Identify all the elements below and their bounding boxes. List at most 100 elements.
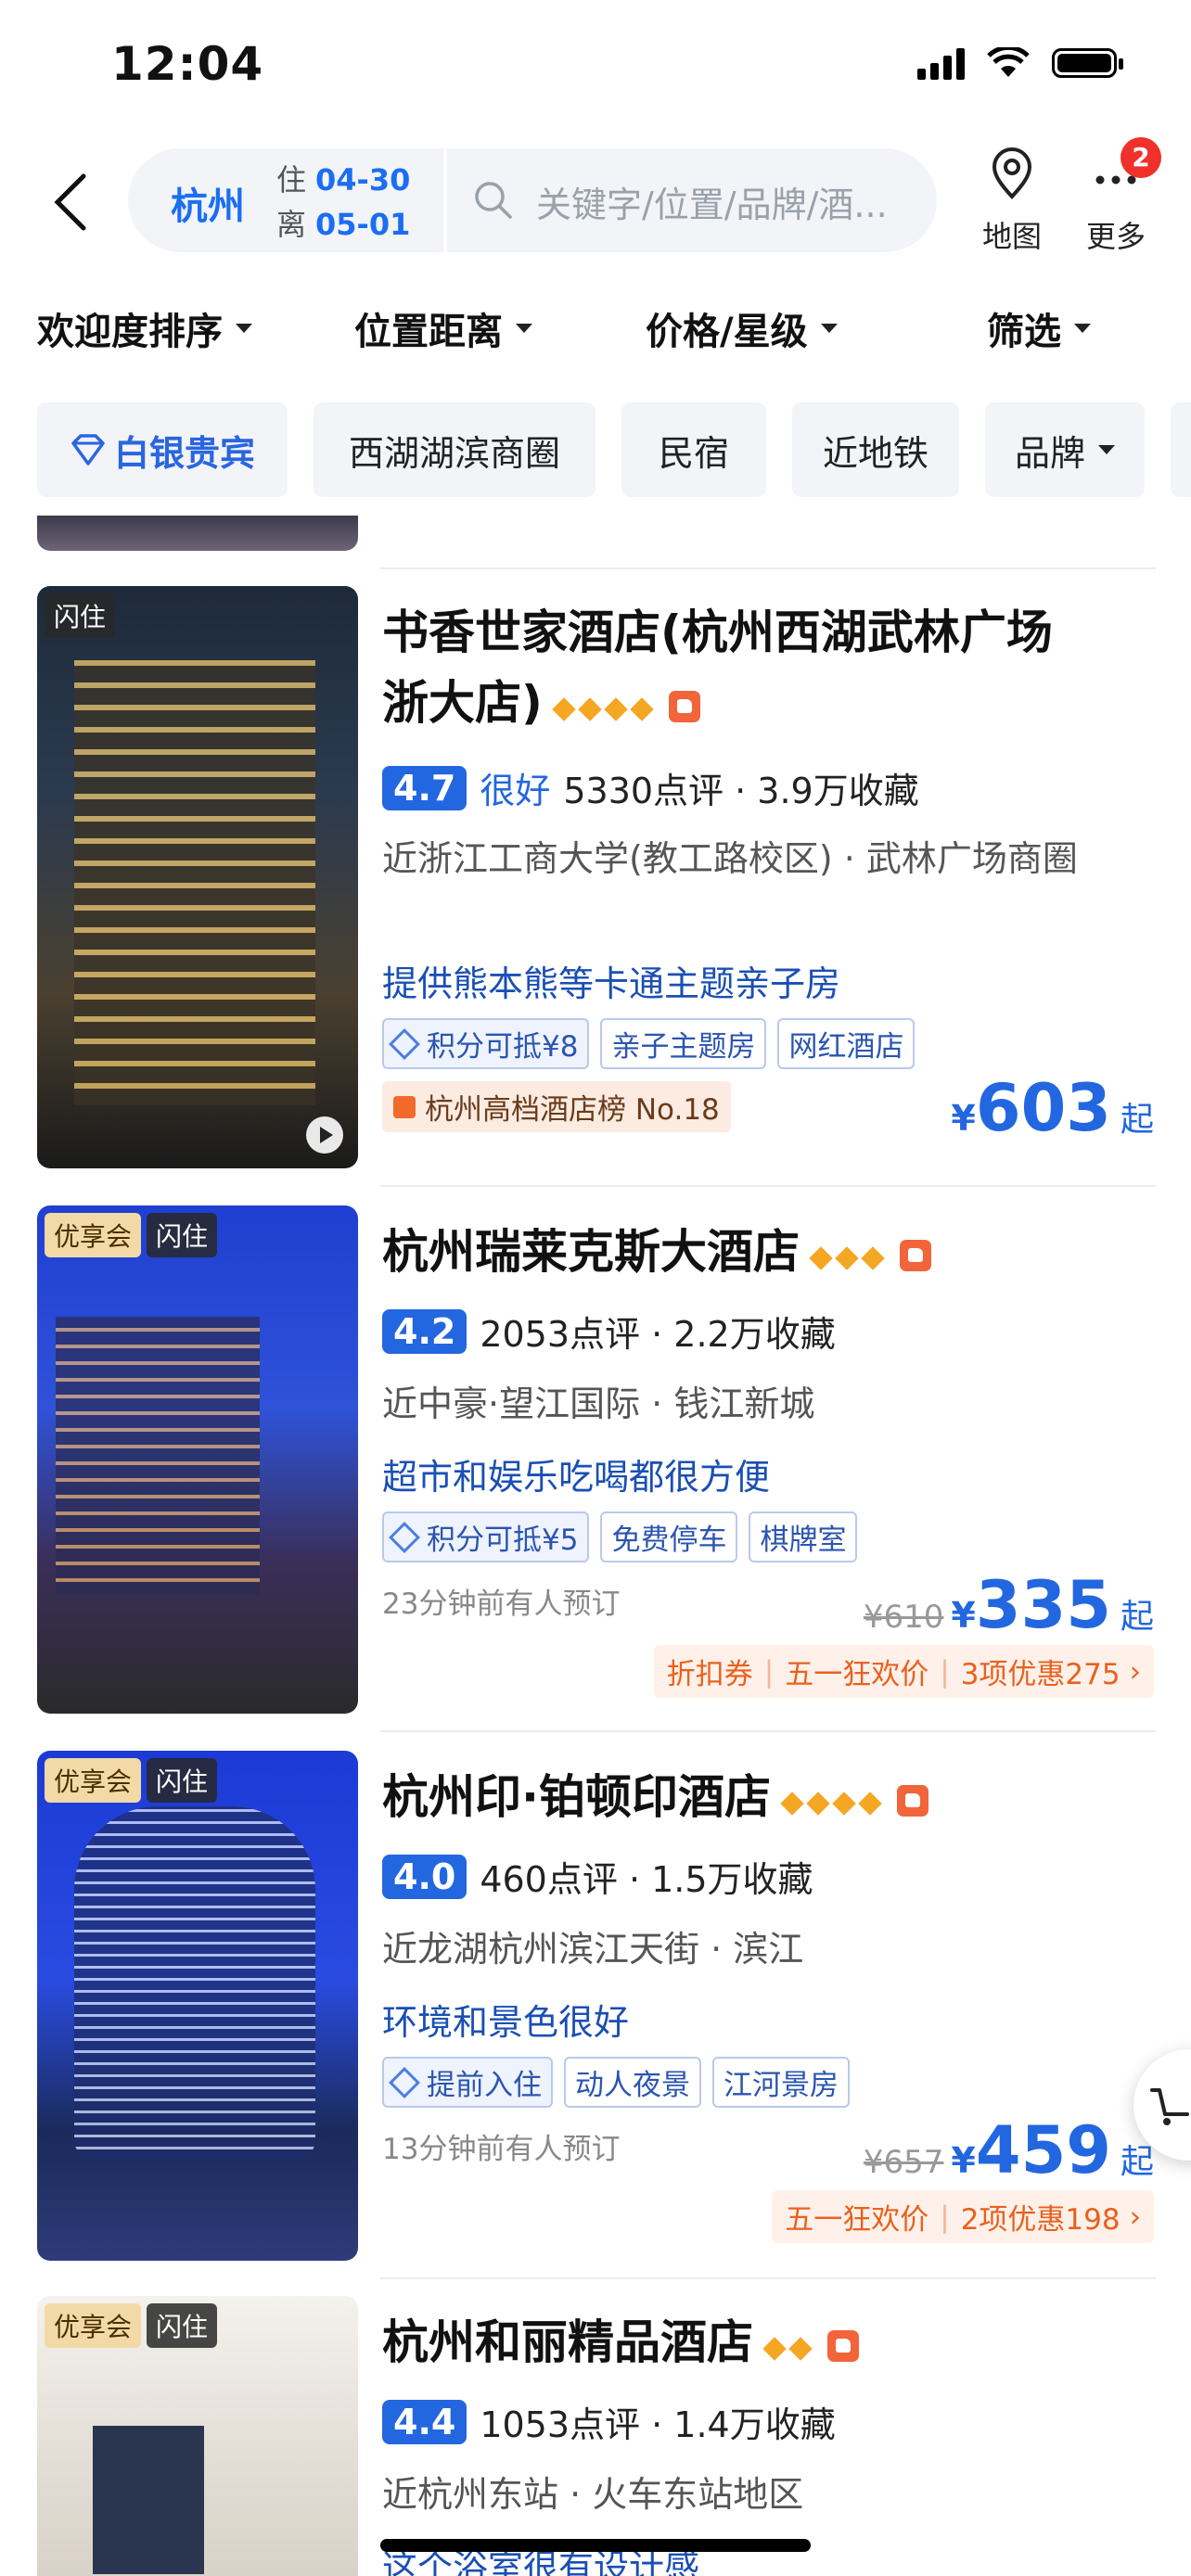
thumbnail-badges: 优享会 闪住: [45, 2303, 218, 2348]
thumbnail-badges: 优享会 闪住: [45, 1758, 218, 1803]
filter-chip-homestay[interactable]: 民宿: [621, 402, 766, 497]
search-bar[interactable]: 杭州 住 04-30 离 05-01 关键字/位置/品牌/酒...: [128, 148, 937, 252]
promo-holiday: 五一狂欢价: [785, 1658, 929, 1691]
promo-strip[interactable]: 五一狂欢价 | 2项优惠198 ›: [772, 2190, 1154, 2243]
chevron-left-icon: [54, 173, 86, 231]
divider: [380, 1730, 1156, 1732]
badge-member: 优享会: [45, 1213, 142, 1257]
thumbs-up-icon: [900, 1239, 931, 1271]
price-value: 335: [975, 1567, 1111, 1643]
filter-chip-near-metro[interactable]: 近地铁: [792, 402, 959, 497]
status-icons: [917, 46, 1123, 80]
search-input[interactable]: 关键字/位置/品牌/酒...: [536, 176, 926, 227]
promo-discounts: 3项优惠275: [960, 1658, 1121, 1691]
wifi-icon: [987, 47, 1030, 77]
badge-flash-stay: 闪住: [45, 593, 116, 638]
original-price: ¥657: [863, 2144, 944, 2181]
promo-coupon: 折扣券: [666, 1658, 753, 1691]
caret-down-icon: [516, 324, 532, 333]
chip-label: 白银贵宾: [113, 432, 255, 474]
divider: [380, 567, 1156, 569]
filter-chip-west-lake[interactable]: 西湖湖滨商圈: [314, 402, 596, 497]
video-play-icon[interactable]: [306, 1116, 343, 1154]
ranking-badge[interactable]: 杭州高档酒店榜 No.18: [382, 1081, 731, 1132]
promo-discounts: 2项优惠198: [960, 2203, 1121, 2237]
badge-member: 优享会: [45, 2303, 142, 2348]
badge-flash-stay: 闪住: [147, 2303, 218, 2348]
chip-label: 西湖湖滨商圈: [348, 432, 560, 474]
battery-icon: [1052, 48, 1123, 78]
sort-filter[interactable]: 筛选: [987, 301, 1091, 355]
promo-holiday: 五一狂欢价: [785, 2203, 929, 2237]
sort-price-star[interactable]: 价格/星级: [646, 301, 838, 355]
date-selector[interactable]: 住 04-30 离 05-01: [276, 158, 410, 247]
checkin-label: 住: [276, 162, 307, 198]
hotel-highlight: 环境和景色很好: [382, 2002, 630, 2043]
cellular-signal-icon: [917, 46, 965, 80]
thumbs-up-icon: [668, 690, 700, 722]
hotel-name-line1: 杭州和丽精品酒店: [382, 2315, 753, 2369]
sort-distance[interactable]: 位置距离: [354, 301, 532, 355]
hotel-highlight: 提供熊本熊等卡通主题亲子房: [382, 963, 841, 1004]
thumbnail-badges: 优享会 闪住: [45, 1213, 218, 1257]
review-count: 460点评 · 1.5万收藏: [480, 1859, 813, 1900]
hotel-thumbnail[interactable]: 优享会 闪住: [37, 1751, 358, 2261]
hotel-thumbnail[interactable]: 优享会 闪住: [37, 2296, 358, 2576]
price-suffix: 起: [1120, 1101, 1154, 1139]
vip-diamond-icon: [389, 1027, 420, 1060]
star-rating-icon: [809, 1220, 890, 1291]
hotel-name[interactable]: 杭州和丽精品酒店: [382, 2307, 1124, 2381]
hotel-name[interactable]: 杭州瑞莱克斯大酒店: [382, 1217, 1124, 1291]
hotel-location: 近杭州东站 · 火车东站地区: [382, 2474, 804, 2515]
feature-tags: 积分可抵¥5 免费停车 棋牌室: [382, 1511, 858, 1562]
hotel-thumbnail[interactable]: 优享会 闪住: [37, 1205, 358, 1714]
caret-down-icon: [1074, 324, 1091, 333]
recent-booking: 23分钟前有人预订: [382, 1588, 621, 1621]
thumbs-up-icon: [897, 1784, 928, 1817]
original-price: ¥610: [863, 1599, 944, 1636]
hotel-thumbnail[interactable]: 闪住: [37, 586, 358, 1168]
tag-trending: 网红酒店: [777, 1018, 916, 1069]
promo-strip[interactable]: 折扣券 | 五一狂欢价 | 3项优惠275 ›: [653, 1645, 1154, 1698]
checkout-date: 05-01: [315, 207, 411, 242]
home-indicator[interactable]: [380, 2539, 811, 2552]
tag-points: 积分可抵¥5: [382, 1511, 590, 1562]
review-count: 1053点评 · 1.4万收藏: [480, 2404, 836, 2445]
rating-score: 4.0: [382, 1854, 467, 1899]
status-time: 12:04: [111, 37, 264, 91]
filter-chip-more[interactable]: [1171, 402, 1191, 497]
city-selector[interactable]: 杭州: [171, 176, 245, 230]
hotel-name-line1: 杭州印·铂顿印酒店: [382, 1770, 771, 1824]
rating-row: 4.0 460点评 · 1.5万收藏: [382, 1851, 813, 1902]
caret-down-icon: [820, 324, 838, 333]
review-count: 5330点评 · 3.9万收藏: [563, 771, 919, 811]
rating-word: 很好: [480, 771, 551, 811]
hotel-name[interactable]: 杭州印·铂顿印酒店: [382, 1762, 1124, 1836]
filter-chip-brand[interactable]: 品牌: [985, 402, 1145, 497]
badge-flash-stay: 闪住: [147, 1758, 218, 1803]
rating-score: 4.2: [382, 1308, 467, 1354]
sort-popularity[interactable]: 欢迎度排序: [37, 301, 252, 355]
recent-booking: 13分钟前有人预订: [382, 2133, 621, 2166]
feature-tags: 提前入住 动人夜景 江河景房: [382, 2057, 850, 2108]
sort-popularity-label: 欢迎度排序: [37, 311, 223, 353]
price-value: 459: [975, 2112, 1111, 2188]
badge-flash-stay: 闪住: [147, 1213, 218, 1257]
sort-distance-label: 位置距离: [354, 311, 503, 353]
hotel-price: ¥ 603 起: [951, 1070, 1154, 1146]
vip-diamond-icon: [389, 2066, 420, 2098]
back-button[interactable]: [43, 170, 98, 235]
hotel-name-line1: 书香世家酒店(杭州西湖武林广场: [382, 606, 1053, 659]
notification-badge: 2: [1121, 137, 1161, 178]
tag-family: 亲子主题房: [600, 1018, 767, 1069]
chip-label: 近地铁: [822, 432, 928, 474]
chip-label: 民宿: [658, 432, 729, 474]
hotel-price: ¥657 ¥ 459 起: [863, 2112, 1154, 2188]
filter-chip-silver-vip[interactable]: 白银贵宾: [37, 402, 288, 497]
sort-price-label: 价格/星级: [646, 311, 808, 353]
map-button[interactable]: 地图: [961, 147, 1063, 256]
hotel-name[interactable]: 书香世家酒店(杭州西湖武林广场 浙大店): [382, 597, 1124, 742]
hotel-thumbnail[interactable]: [37, 516, 358, 551]
checkout-label: 离: [276, 207, 307, 242]
hotel-location: 近中豪·望江国际 · 钱江新城: [382, 1384, 815, 1424]
